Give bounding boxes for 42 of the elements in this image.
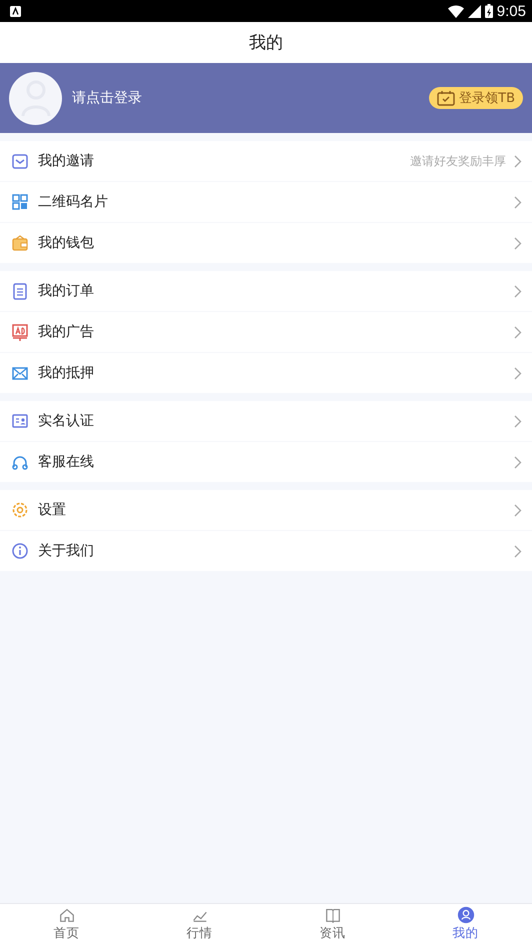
book-icon [324,906,342,924]
qr-code-icon [10,192,30,212]
calendar-check-icon [437,90,456,106]
tab[interactable]: 资讯 [266,904,399,944]
login-reward-button[interactable]: 登录领TB [429,87,523,109]
menu-item[interactable]: 关于我们 [0,531,532,571]
menu-item[interactable]: 客服在线 [0,442,532,482]
tab[interactable]: 我的 [399,904,532,944]
menu-item[interactable]: 我的钱包 [0,223,532,263]
menu-item[interactable]: 我的广告 [0,312,532,353]
gear-icon [10,500,30,520]
ad-sign-icon [10,322,30,342]
signal-icon [468,4,481,18]
tab[interactable]: 行情 [133,904,266,944]
chevron-right-icon [514,284,522,298]
info-icon [10,541,30,561]
chevron-right-icon [514,326,522,338]
chevron-right-icon [514,196,522,208]
chevron-right-icon [514,236,522,250]
chevron-right-icon [514,504,522,516]
wifi-icon [448,4,464,18]
chevron-right-icon [514,366,522,380]
battery-icon [484,4,493,18]
menu-item[interactable]: 我的订单 [0,271,532,312]
chevron-right-icon [514,456,522,468]
menu-hint: 邀请好友奖励丰厚 [410,152,506,170]
login-prompt[interactable]: 请点击登录 [72,89,420,107]
menu-item[interactable]: 设置 [0,490,532,531]
menu-item[interactable]: 实名认证 [0,401,532,442]
status-time: 9:05 [496,2,526,20]
menu-item[interactable]: 我的抵押 [0,353,532,393]
page-title: 我的 [249,32,283,54]
tab[interactable]: 首页 [0,904,133,944]
app-notification-icon [10,6,21,16]
chevron-right-icon [514,544,522,558]
menu-item[interactable]: 我的邀请 邀请好友奖励丰厚 [0,141,532,182]
menu-item[interactable]: 二维码名片 [0,182,532,223]
user-circle-icon [456,906,474,924]
wallet-icon [10,233,30,253]
house-icon [58,906,76,924]
chevron-right-icon [514,154,522,168]
chevron-right-icon [514,414,522,428]
